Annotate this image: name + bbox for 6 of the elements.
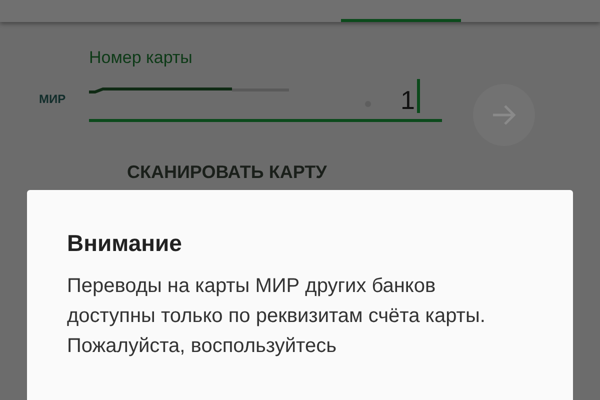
card-logo: МИР [38,92,67,106]
card-number-field[interactable]: 1 [89,72,442,122]
dialog-message: Переводы на карты МИР других банков доступны только по реквизитам счёта карты. Пожалуйста, воспользуйтесь [67,274,486,359]
dialog-title: Внимание [67,230,183,257]
field-label: Номер карты [89,48,194,68]
scan-card-link[interactable]: СКАНИРОВАТЬ КАРТУ [127,162,600,183]
